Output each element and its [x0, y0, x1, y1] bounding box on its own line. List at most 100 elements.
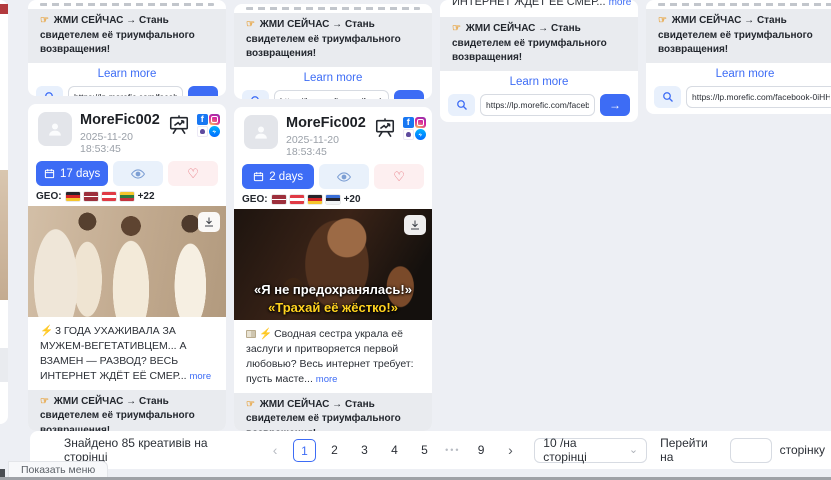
search-icon	[250, 95, 262, 100]
search-icon	[662, 91, 674, 103]
pages-ellipsis-icon[interactable]: •••	[443, 445, 463, 455]
cta-text: ЖМИ СЕЙЧАС → Стань свидетелем её триумфа…	[658, 15, 813, 55]
clipped-cta-sliver	[0, 348, 8, 382]
search-button[interactable]	[654, 86, 681, 108]
download-icon	[409, 219, 421, 231]
card-actions: 2 days ♡	[234, 160, 432, 189]
search-button[interactable]	[448, 94, 475, 116]
prev-page-button[interactable]: ‹	[264, 438, 286, 462]
arrow-right-icon: →	[609, 98, 621, 112]
image-overlay-text: «Я не предохранялась!» «Трахай её жёстко…	[234, 281, 432, 316]
landing-url-input[interactable]	[686, 86, 831, 108]
page-number-4[interactable]: 4	[383, 439, 406, 462]
cta-text: ЖМИ СЕЙЧАС → Стань свидетелем её триумфа…	[40, 396, 195, 431]
arrow-right-icon: →	[403, 94, 415, 100]
more-link[interactable]: more	[316, 374, 338, 385]
avatar	[38, 112, 72, 146]
truncated-text: ИНТЕРНЕТ ЖДЁТ ЕЁ СМЕР... more	[440, 0, 638, 11]
eye-icon	[131, 168, 145, 180]
cta-text: ЖМИ СЕЙЧАС → Стань свидетелем её триумфа…	[246, 19, 401, 59]
page-size-select[interactable]: 10 /на сторінці ⌄	[534, 438, 647, 463]
geo-row: GEO: +22	[28, 186, 226, 206]
country-flag	[272, 195, 286, 204]
board-column-3: ИНТЕРНЕТ ЖДЁТ ЕЁ СМЕР... more ☞ ЖМИ СЕЙЧ…	[440, 0, 638, 431]
more-link[interactable]: more	[609, 0, 632, 8]
facebook-icon	[197, 114, 208, 125]
facebook-icon	[403, 117, 414, 128]
pagination-bar: Знайдено 85 креативів на сторінці ‹ 1 2 …	[30, 431, 831, 469]
creative-card-partial: ИНТЕРНЕТ ЖДЁТ ЕЁ СМЕР... more ☞ ЖМИ СЕЙЧ…	[440, 0, 638, 122]
landing-url-input[interactable]	[480, 94, 595, 116]
open-url-button[interactable]: →	[600, 94, 630, 116]
creative-card: MoreFic002 2025-11-20 18:53:45 17	[28, 104, 226, 431]
card-header: MoreFic002 2025-11-20 18:53:45	[234, 107, 432, 160]
next-page-button[interactable]: ›	[500, 438, 522, 462]
board-column-4: ☞ ЖМИ СЕЙЧАС → Стань свидетелем её триум…	[646, 0, 831, 431]
favorite-button[interactable]: ♡	[374, 164, 424, 189]
learn-more-link[interactable]: Learn more	[28, 67, 226, 81]
page-number-1[interactable]: 1	[293, 439, 316, 462]
calendar-icon	[253, 171, 264, 182]
cta-box: ☞ ЖМИ СЕЙЧАС → Стань свидетелем её триум…	[234, 393, 432, 431]
search-button[interactable]	[242, 90, 269, 100]
page-number-9[interactable]: 9	[470, 439, 493, 462]
creative-card-partial: ☞ ЖМИ СЕЙЧАС → Стань свидетелем её триум…	[28, 0, 226, 96]
goto-suffix-label: сторінку	[780, 443, 825, 457]
views-button[interactable]	[319, 164, 369, 189]
placements-icons	[403, 117, 426, 140]
page-number-5[interactable]: 5	[413, 439, 436, 462]
open-url-button[interactable]: →	[188, 86, 218, 97]
creative-timestamp: 2025-11-20 18:53:45	[80, 131, 160, 155]
landing-url-input[interactable]	[68, 86, 183, 97]
creative-card-partial: ☞ ЖМИ СЕЙЧАС → Стань свидетелем её триум…	[234, 4, 432, 99]
person-icon	[251, 122, 271, 142]
learn-more-link[interactable]: Learn more	[234, 71, 432, 85]
landing-url-input[interactable]	[274, 90, 389, 100]
download-image-button[interactable]	[198, 212, 220, 232]
creative-image[interactable]	[28, 206, 226, 317]
goto-page-input[interactable]	[730, 438, 772, 463]
learn-more-link[interactable]: Learn more	[646, 67, 831, 81]
landing-url-row: →	[28, 84, 226, 97]
views-button[interactable]	[113, 161, 163, 186]
arrow-right-icon: →	[197, 90, 209, 97]
cta-text: ЖМИ СЕЙЧАС → Стань свидетелем её триумфа…	[452, 23, 607, 63]
favorite-button[interactable]: ♡	[168, 161, 218, 186]
active-days-button[interactable]: 17 days	[36, 161, 108, 186]
presentation-chart-icon[interactable]	[374, 117, 396, 139]
messenger-icon	[209, 126, 220, 137]
more-link[interactable]: more	[189, 371, 211, 382]
geo-more-count[interactable]: +22	[138, 191, 155, 202]
pointing-hand-icon: ☞	[40, 396, 49, 407]
goto-prefix-label: Перейти на	[660, 436, 721, 464]
avatar	[244, 115, 278, 149]
truncated-text	[40, 3, 214, 6]
country-flag	[102, 192, 116, 201]
creative-timestamp: 2025-11-20 18:53:45	[286, 134, 366, 158]
cta-text: ЖМИ СЕЙЧАС → Стань свидетелем её триумфа…	[40, 15, 195, 55]
country-flag	[120, 192, 134, 201]
creative-image[interactable]: «Я не предохранялась!» «Трахай её жёстко…	[234, 209, 432, 320]
download-image-button[interactable]	[404, 215, 426, 235]
page-number-3[interactable]: 3	[353, 439, 376, 462]
geo-more-count[interactable]: +20	[344, 194, 361, 205]
geo-row: GEO: +20	[234, 189, 432, 209]
page-number-2[interactable]: 2	[323, 439, 346, 462]
presentation-chart-icon[interactable]	[168, 114, 190, 136]
show-menu-button[interactable]: Показать меню	[8, 461, 108, 478]
calendar-icon	[44, 168, 55, 179]
heart-icon: ♡	[187, 167, 199, 180]
cta-text: ЖМИ СЕЙЧАС → Стань свидетелем её триумфа…	[246, 399, 401, 431]
active-days-button[interactable]: 2 days	[242, 164, 314, 189]
geo-label: GEO:	[36, 191, 62, 202]
learn-more-link[interactable]: Learn more	[440, 75, 638, 89]
cta-box: ☞ ЖМИ СЕЙЧАС → Стань свидетелем её триум…	[234, 13, 432, 67]
clipped-image-sliver	[0, 4, 8, 14]
instagram-icon	[209, 114, 220, 125]
open-url-button[interactable]: →	[394, 90, 424, 100]
search-button[interactable]	[36, 86, 63, 97]
instagram-icon	[415, 117, 426, 128]
chevron-right-icon: ›	[508, 442, 513, 458]
cta-box: ☞ ЖМИ СЕЙЧАС → Стань свидетелем её триум…	[28, 390, 226, 431]
eye-icon	[337, 171, 351, 183]
